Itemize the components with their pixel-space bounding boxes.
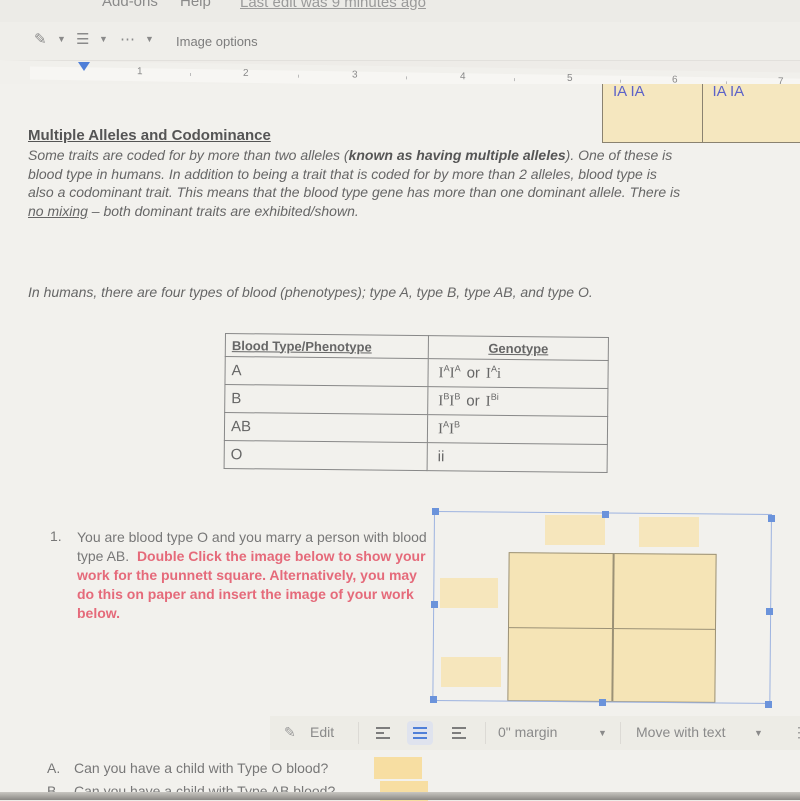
resize-handle[interactable]	[602, 511, 609, 518]
para-underlined-text: no mixing	[28, 203, 88, 219]
image-options-button[interactable]: Image options	[176, 34, 258, 49]
menu-bar: Add-ons Help Last edit was 9 minutes ago	[0, 0, 800, 22]
intro-text: In humans, there are four types of blood…	[28, 284, 593, 300]
para-text: blood type in humans. In addition to bei…	[28, 165, 800, 184]
menu-add-ons[interactable]: Add-ons	[102, 0, 158, 10]
indent-marker-icon[interactable]	[78, 62, 90, 71]
screen-edge-shadow	[0, 792, 800, 800]
resize-handle[interactable]	[765, 701, 772, 708]
answer-box[interactable]	[374, 757, 422, 779]
image-selection-box[interactable]	[432, 511, 772, 704]
break-text-icon[interactable]	[452, 727, 466, 739]
blood-type-table: Blood Type/Phenotype Genotype A IAIAorIA…	[224, 333, 609, 473]
table-row: AB IAIB	[224, 413, 607, 445]
ruler-number: 3	[352, 70, 358, 81]
genotype-cell[interactable]: IAIB	[427, 415, 607, 445]
para-text: ). One of these is	[566, 147, 673, 163]
chevron-down-icon[interactable]: ▼	[99, 34, 108, 44]
section-paragraph: Some traits are coded for by more than t…	[28, 146, 800, 220]
ruler-tick	[406, 76, 407, 79]
para-text: Some traits are coded for by more than t…	[28, 147, 349, 163]
para-bold-text: known as having multiple alleles	[349, 147, 566, 163]
position-dropdown[interactable]: Move with text	[636, 724, 725, 740]
resize-handle[interactable]	[431, 601, 438, 608]
wrap-inline-icon[interactable]	[376, 727, 390, 739]
last-edit-link[interactable]: Last edit was 9 minutes ago	[240, 0, 426, 11]
menu-help[interactable]: Help	[180, 0, 211, 10]
phenotype-cell[interactable]: B	[225, 385, 428, 415]
question-instruction: Double Click the image below to show you…	[77, 548, 426, 621]
phenotype-cell[interactable]: A	[225, 357, 428, 387]
line-weight-icon[interactable]: ☰	[76, 30, 89, 48]
genotype-cell[interactable]: ii	[427, 443, 607, 473]
question-text: You are blood type O and you marry a per…	[77, 528, 427, 623]
divider	[358, 722, 359, 744]
sub-question-text: Can you have a child with Type O blood?	[74, 760, 328, 776]
genotype-cell[interactable]: IBIBorIBi	[428, 387, 608, 417]
ruler-tick	[298, 75, 299, 78]
resize-handle[interactable]	[768, 515, 775, 522]
ruler-number: 2	[243, 68, 249, 79]
ruler-number: 1	[137, 66, 143, 77]
resize-handle[interactable]	[430, 696, 437, 703]
para-text: also a codominant trait. This means that…	[28, 183, 800, 202]
section-heading: Multiple Alleles and Codominance	[28, 127, 271, 144]
phenotype-cell[interactable]: AB	[224, 413, 427, 443]
table-row: A IAIAorIAi	[225, 357, 608, 389]
ruler-tick	[190, 73, 191, 76]
resize-handle[interactable]	[599, 699, 606, 706]
divider	[485, 722, 486, 744]
phenotype-cell[interactable]: O	[224, 440, 427, 470]
chevron-down-icon[interactable]: ▼	[145, 34, 154, 44]
ruler-number: 4	[460, 71, 466, 82]
resize-handle[interactable]	[766, 608, 773, 615]
resize-handle[interactable]	[432, 508, 439, 515]
edit-button[interactable]: Edit	[310, 724, 334, 740]
image-toolbar: ✎ ▼ ☰ ▼ ⋯ ▼ Image options	[0, 22, 800, 61]
margin-dropdown[interactable]: 0" margin	[498, 724, 557, 740]
question-number: 1.	[50, 528, 62, 544]
chevron-down-icon[interactable]: ▼	[754, 728, 763, 738]
table-cell[interactable]: IA IA	[703, 84, 800, 142]
image-inline-toolbar: ✎ Edit 0" margin ▼ Move with text ▼ ⋮	[270, 716, 800, 750]
more-options-icon[interactable]: ⋮	[792, 724, 800, 741]
pencil-icon[interactable]: ✎	[34, 30, 47, 48]
table-row: B IBIBorIBi	[225, 385, 608, 417]
ruler-tick	[514, 78, 515, 81]
table-row: O ii	[224, 440, 607, 472]
column-header-genotype: Genotype	[428, 336, 608, 361]
wrap-text-icon[interactable]	[413, 727, 427, 739]
pencil-icon: ✎	[284, 724, 296, 741]
ruler-number: 5	[567, 73, 573, 84]
chevron-down-icon[interactable]: ▼	[598, 728, 607, 738]
sub-question-letter: A.	[47, 760, 60, 776]
punnett-table-partial: IA IA IA IA	[602, 84, 800, 143]
line-dash-icon[interactable]: ⋯	[120, 30, 133, 48]
para-text: – both dominant traits are exhibited/sho…	[88, 203, 359, 219]
divider	[620, 722, 621, 744]
genotype-cell[interactable]: IAIAorIAi	[428, 359, 608, 389]
table-cell[interactable]: IA IA	[603, 84, 703, 142]
column-header-phenotype: Blood Type/Phenotype	[225, 334, 428, 359]
chevron-down-icon[interactable]: ▼	[57, 34, 66, 44]
